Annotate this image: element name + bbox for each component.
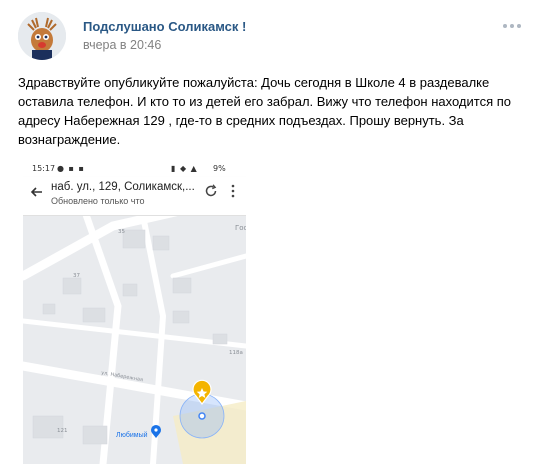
- poi-label: Любимый: [116, 431, 148, 439]
- refresh-icon[interactable]: [204, 184, 218, 198]
- phone-status-bar: 15:17 ● ▪ ▪ ▮ ◆ ▲ 9%: [23, 160, 246, 177]
- map-label-35: 35: [118, 229, 125, 235]
- more-options-icon[interactable]: [503, 24, 523, 32]
- address-title: наб. ул., 129, Соликамск,...: [51, 181, 195, 193]
- signal-icons: ▮ ◆ ▲: [171, 164, 198, 173]
- attached-screenshot[interactable]: 15:17 ● ▪ ▪ ▮ ◆ ▲ 9% наб. ул., 129, Соли…: [23, 160, 246, 464]
- map-label-corner: Гос: [235, 224, 246, 232]
- notification-icons: ● ▪ ▪: [57, 164, 85, 173]
- map-label-118a: 118а: [229, 350, 243, 356]
- address-subtitle: Обновлено только что: [51, 196, 145, 206]
- post-text: Здравствуйте опубликуйте пожалуйста: Доч…: [18, 75, 511, 147]
- battery-level: 9%: [213, 164, 226, 173]
- device-location-dot: [198, 412, 206, 420]
- reindeer-logo-icon: [18, 12, 66, 60]
- map-view[interactable]: Гос 35 37 118а ул. Набережная 121 Любимы…: [23, 216, 246, 464]
- map-label-121: 121: [57, 428, 68, 434]
- group-name-link[interactable]: Подслушано Соликамск !: [83, 19, 246, 34]
- status-time: 15:17: [32, 164, 56, 173]
- map-label-37: 37: [73, 273, 80, 279]
- menu-kebab-icon[interactable]: [230, 184, 236, 198]
- back-arrow-icon[interactable]: [29, 184, 45, 200]
- app-bar: наб. ул., 129, Соликамск,... Обновлено т…: [23, 177, 246, 216]
- group-avatar[interactable]: [18, 12, 66, 60]
- post-time[interactable]: вчера в 20:46: [83, 38, 161, 52]
